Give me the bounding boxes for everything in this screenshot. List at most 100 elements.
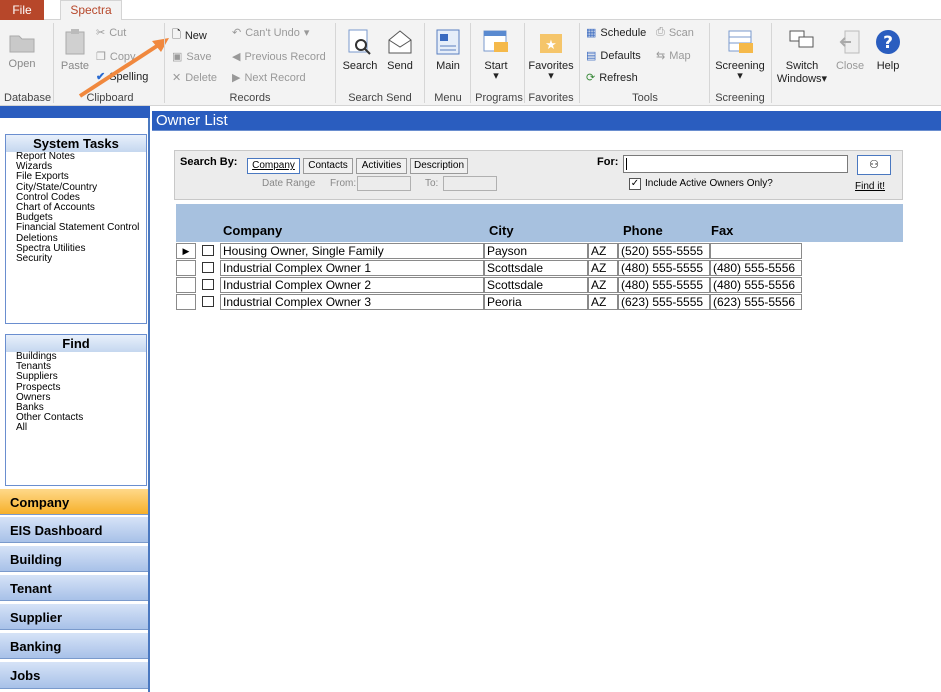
company-cell[interactable]: Housing Owner, Single Family (220, 243, 484, 259)
column-header-fax[interactable]: Fax (711, 223, 733, 238)
schedule-label: Schedule (600, 26, 647, 39)
phone-cell[interactable]: (480) 555-5555 (618, 260, 710, 276)
table-row[interactable]: ▶ Housing Owner, Single Family Payson AZ… (176, 243, 903, 260)
refresh-button[interactable]: ⟳ Refresh (586, 71, 638, 85)
phone-cell[interactable]: (623) 555-5555 (618, 294, 710, 310)
separator (524, 23, 525, 103)
map-label: Map (669, 49, 691, 62)
for-search-input[interactable] (623, 155, 848, 173)
phone-cell[interactable]: (480) 555-5555 (618, 277, 710, 293)
next-record-button[interactable]: ▶ Next Record (232, 71, 306, 85)
task-security[interactable]: Security (6, 253, 146, 264)
delete-button[interactable]: ✕ Delete (172, 71, 217, 85)
separator (424, 23, 425, 103)
state-cell[interactable]: AZ (588, 243, 618, 259)
fax-cell[interactable]: (480) 555-5556 (710, 260, 802, 276)
row-selector[interactable] (176, 277, 196, 293)
row-selector-current[interactable]: ▶ (176, 243, 196, 259)
include-active-checkbox[interactable]: ✓ (629, 178, 641, 190)
separator (470, 23, 471, 103)
star-folder-icon: ★ (540, 34, 562, 53)
map-button[interactable]: ⇆ Map (656, 49, 691, 63)
from-date-field[interactable] (357, 176, 411, 191)
search-by-activities-button[interactable]: Activities (356, 158, 407, 174)
fax-cell[interactable] (710, 243, 802, 259)
state-cell[interactable]: AZ (588, 294, 618, 310)
search-by-contacts-button[interactable]: Contacts (303, 158, 353, 174)
nav-company[interactable]: Company (0, 488, 148, 515)
binoculars-icon: ⚇ (869, 159, 879, 171)
edit-icon[interactable] (202, 245, 214, 256)
nav-eis-dashboard[interactable]: EIS Dashboard (0, 516, 148, 543)
table-row[interactable]: Industrial Complex Owner 3 Peoria AZ (62… (176, 294, 903, 311)
tab-spectra[interactable]: Spectra (60, 0, 122, 21)
row-selector[interactable] (176, 294, 196, 310)
state-cell[interactable]: AZ (588, 260, 618, 276)
schedule-button[interactable]: ▦ Schedule (586, 26, 647, 40)
new-button[interactable]: 🗋 New (172, 26, 207, 45)
column-header-company[interactable]: Company (223, 223, 282, 238)
nav-building[interactable]: Building (0, 545, 148, 572)
nav-jobs[interactable]: Jobs (0, 661, 148, 689)
favorites-button[interactable]: ★ Favorites ▾ (528, 28, 574, 82)
nav-supplier[interactable]: Supplier (0, 603, 148, 630)
switch-windows-button[interactable]: Switch Windows▾ (776, 28, 828, 85)
edit-icon[interactable] (202, 296, 214, 307)
city-cell[interactable]: Scottsdale (484, 277, 588, 293)
phone-cell[interactable]: (520) 555-5555 (618, 243, 710, 259)
date-range-label: Date Range (262, 178, 316, 189)
state-cell[interactable]: AZ (588, 277, 618, 293)
include-active-label: Include Active Owners Only? (645, 178, 773, 189)
save-button[interactable]: ▣ Save (172, 50, 212, 64)
company-cell[interactable]: Industrial Complex Owner 1 (220, 260, 484, 276)
column-header-city[interactable]: City (489, 223, 514, 238)
table-row[interactable]: Industrial Complex Owner 1 Scottsdale AZ… (176, 260, 903, 277)
start-button[interactable]: Start ▾ (478, 28, 514, 82)
separator (53, 23, 54, 103)
scan-button[interactable]: ⎙ Scan (656, 26, 694, 39)
city-cell[interactable]: Peoria (484, 294, 588, 310)
previous-record-button[interactable]: ◀ Previous Record (232, 50, 326, 64)
search-button[interactable]: Search (342, 28, 378, 72)
search-by-description-button[interactable]: Description (410, 158, 468, 174)
column-header-phone[interactable]: Phone (623, 223, 663, 238)
send-button[interactable]: Send (384, 28, 416, 72)
undo-icon: ↶ (232, 27, 242, 39)
main-label: Main (436, 60, 460, 72)
table-row[interactable]: Industrial Complex Owner 2 Scottsdale AZ… (176, 277, 903, 294)
find-all[interactable]: All (6, 423, 146, 433)
help-button[interactable]: ? Help (872, 28, 904, 72)
main-button[interactable]: Main (432, 28, 464, 72)
nav-banking[interactable]: Banking (0, 632, 148, 659)
undo-button[interactable]: ↶ Can't Undo ▾ (232, 26, 310, 40)
close-icon (839, 30, 860, 54)
search-by-company-button[interactable]: Company (247, 158, 300, 174)
defaults-button[interactable]: ▤ Defaults (586, 49, 641, 63)
nav-tenant[interactable]: Tenant (0, 574, 148, 601)
tab-file[interactable]: File (0, 0, 44, 20)
find-list: Buildings Tenants Suppliers Prospects Ow… (6, 351, 146, 434)
city-cell[interactable]: Payson (484, 243, 588, 259)
find-other-contacts[interactable]: Other Contacts (6, 413, 146, 423)
open-button[interactable]: Open (6, 28, 38, 70)
save-label: Save (186, 50, 212, 63)
company-cell[interactable]: Industrial Complex Owner 2 (220, 277, 484, 293)
edit-icon[interactable] (202, 262, 214, 273)
search-by-label: Search By: (180, 156, 238, 168)
city-cell[interactable]: Scottsdale (484, 260, 588, 276)
fax-cell[interactable]: (623) 555-5556 (710, 294, 802, 310)
separator (335, 23, 336, 103)
edit-icon[interactable] (202, 279, 214, 290)
company-cell[interactable]: Industrial Complex Owner 3 (220, 294, 484, 310)
to-date-field[interactable] (443, 176, 497, 191)
close-button[interactable]: Close (834, 28, 866, 72)
row-selector[interactable] (176, 260, 196, 276)
find-it-button[interactable]: ⚇ (857, 155, 891, 175)
to-label: To: (425, 178, 439, 189)
for-label: For: (597, 156, 619, 168)
separator (579, 23, 580, 103)
screening-button[interactable]: Screening ▾ (714, 28, 766, 82)
dropdown-arrow-icon: ▾ (303, 27, 310, 39)
find-it-label: Find it! (855, 181, 886, 192)
fax-cell[interactable]: (480) 555-5556 (710, 277, 802, 293)
